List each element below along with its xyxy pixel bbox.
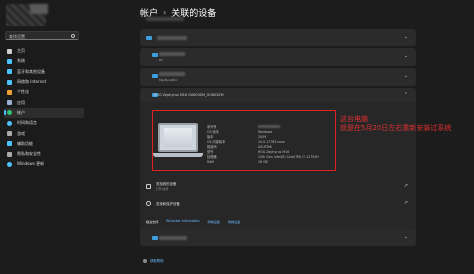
sidebar-item-update[interactable]: Windows 更新 (4, 159, 84, 169)
privacy-icon (7, 151, 12, 157)
link-shop-1[interactable]: 购物设备 (208, 219, 220, 224)
sidebar-item-label: 时间和语言 (17, 120, 37, 126)
laptop-icon (152, 74, 158, 78)
sidebar-item-label: Windows 更新 (17, 161, 45, 167)
find-my-device-row[interactable]: 查找我的设备 打开/关闭 ↗ (140, 179, 416, 193)
chevron-down-icon[interactable]: ⌄ (404, 73, 408, 79)
sidebar-item-bluetooth[interactable]: 蓝牙和其他设备 (4, 67, 84, 77)
sidebar-item-label: 网络和 Internet (17, 79, 47, 85)
search-input[interactable]: 查找设置 (5, 31, 79, 40)
sidebar-item-label: 个性化 (17, 89, 29, 95)
apps-icon (7, 100, 12, 106)
sidebar-item-accounts[interactable]: 帐户 (4, 107, 84, 119)
sidebar-item-privacy[interactable]: 隐私和安全性 (4, 149, 84, 159)
sidebar-item-label: 隐私和安全性 (17, 151, 41, 157)
hidden-subtitle (146, 17, 184, 21)
account-name-blurred (30, 4, 48, 14)
time-icon (7, 120, 12, 126)
system-icon (7, 58, 12, 64)
device-name-blurred (157, 35, 187, 40)
network-icon (7, 79, 12, 85)
action-title: 查找和保护设备 (156, 201, 180, 206)
sidebar-nav: 主页 系统 蓝牙和其他设备 网络和 Internet 个性化 应用 帐户 时间和… (4, 46, 84, 170)
related-label: 相关支持 (146, 220, 159, 224)
device-card-3[interactable]: MacBookPro ⌄ (140, 68, 416, 86)
chevron-down-icon[interactable]: ⌄ (404, 234, 408, 240)
laptop-image (158, 123, 198, 152)
help-icon (143, 258, 147, 263)
device-name: ROG Zephyrus M16 GU603ZM_GU603ZM (154, 93, 224, 97)
sidebar-item-label: 应用 (17, 99, 25, 105)
monitor-icon (152, 53, 158, 57)
sidebar: 查找设置 主页 系统 蓝牙和其他设备 网络和 Internet 个性化 应用 帐… (0, 0, 88, 274)
gaming-icon (7, 131, 12, 137)
spec-labels: 序列号 OS 版本 版本 OS 内部版本 制造商 型号 处理器 RAM (207, 125, 225, 165)
sidebar-item-personalize[interactable]: 个性化 (4, 87, 84, 97)
protect-device-row[interactable]: 查找和保护设备 ↗ (140, 196, 416, 210)
search-icon (71, 33, 75, 38)
spec-label: RAM (207, 160, 215, 164)
sidebar-item-apps[interactable]: 应用 (4, 97, 84, 107)
sidebar-item-label: 帐户 (17, 109, 25, 115)
device-name-blurred (159, 52, 185, 56)
sidebar-item-accessibility[interactable]: 辅助功能 (4, 139, 84, 149)
sidebar-item-label: 辅助功能 (17, 140, 33, 146)
link-bitlocker[interactable]: BitLocker information (166, 219, 199, 224)
external-link-icon[interactable]: ↗ (404, 200, 408, 206)
home-icon (7, 48, 12, 54)
action-subtitle: 打开/关闭 (156, 187, 169, 191)
monitor-icon (152, 236, 158, 240)
sidebar-item-label: 主页 (17, 48, 25, 54)
accessibility-icon (7, 141, 12, 147)
update-icon (7, 161, 12, 167)
device-header[interactable]: ROG Zephyrus M16 GU603ZM_GU603ZM ⌃ (140, 88, 416, 102)
sidebar-item-label: 蓝牙和其他设备 (17, 68, 45, 74)
chevron-down-icon[interactable]: ⌄ (404, 53, 408, 59)
related-links: 相关支持 BitLocker information 购物设备 购物设备 (146, 219, 240, 224)
device-name-blurred (159, 72, 185, 76)
annotation-line: 就是在5月20日左右重新安装过系统 (340, 124, 452, 132)
bluetooth-icon (7, 69, 12, 75)
locate-icon (146, 183, 151, 189)
sidebar-item-label: 系统 (17, 58, 25, 64)
device-subtitle: PC (159, 58, 163, 62)
device-subtitle: MacBookPro (159, 78, 178, 82)
external-link-icon[interactable]: ↗ (404, 183, 408, 189)
device-name-blurred (159, 236, 187, 240)
chevron-down-icon[interactable]: ⌄ (404, 34, 408, 40)
breadcrumb-separator: › (163, 8, 167, 17)
sidebar-item-time[interactable]: 时间和语言 (4, 118, 84, 128)
device-card-2[interactable]: PC ⌄ (140, 48, 416, 66)
sidebar-item-system[interactable]: 系统 (4, 56, 84, 66)
shield-icon (146, 200, 151, 206)
chevron-up-icon[interactable]: ⌃ (404, 92, 408, 98)
action-title: 查找我的设备 (156, 182, 177, 186)
device-card-5[interactable]: ⌄ (140, 229, 416, 246)
accounts-icon (7, 110, 12, 116)
spec-value: 16 GB (258, 160, 268, 164)
get-help-link[interactable]: 获取帮助 (143, 258, 164, 263)
search-placeholder: 查找设置 (9, 33, 25, 39)
device-card-1[interactable]: ⌄ (140, 29, 416, 46)
link-shop-2[interactable]: 购物设备 (228, 219, 240, 224)
sidebar-item-gaming[interactable]: 游戏 (4, 128, 84, 138)
personalize-icon (7, 89, 12, 95)
red-annotation-text: 这台电脑 就是在5月20日左右重新安装过系统 (340, 115, 451, 133)
spec-values: Windows 2009 10.0.17763.xxxx ASUSTeK ROG… (258, 125, 319, 165)
laptop-base (153, 153, 203, 157)
monitor-icon (146, 35, 152, 40)
sidebar-item-home[interactable]: 主页 (4, 46, 84, 56)
sidebar-item-network[interactable]: 网络和 Internet (4, 77, 84, 87)
help-label: 获取帮助 (150, 259, 164, 263)
annotation-line: 这台电脑 (340, 115, 368, 123)
sidebar-item-label: 游戏 (17, 130, 25, 136)
